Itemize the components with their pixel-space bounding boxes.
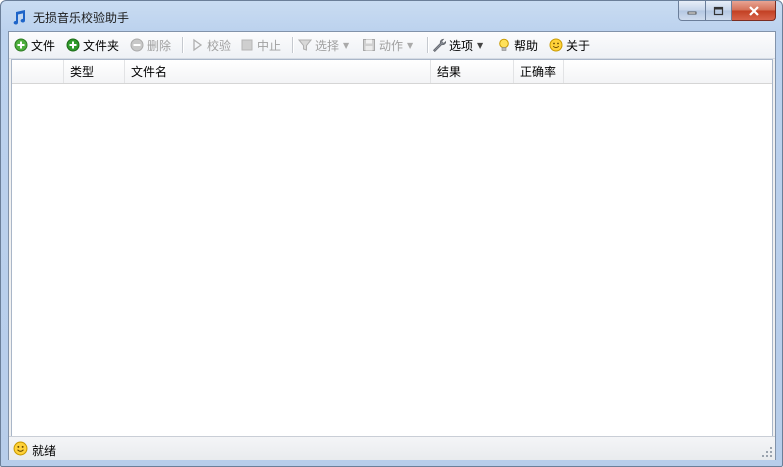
chevron-down-icon: ▼ [477, 40, 484, 50]
status-text: 就绪 [32, 444, 57, 458]
minimize-icon [687, 11, 697, 14]
maximize-icon [713, 6, 724, 15]
client-area: 文件 文件夹 删除 校验 中止 选择 ▼ 动作 ▼ 选项 ▼ 帮助 关于 类型 … [8, 31, 776, 460]
delete-label: 删除 [147, 38, 172, 53]
file-list[interactable]: 类型 文件名 结果 正确率 [11, 59, 773, 437]
close-icon [748, 5, 759, 16]
maximize-button[interactable] [706, 1, 732, 21]
stop-button[interactable]: 中止 [240, 36, 281, 54]
chevron-down-icon: ▼ [407, 40, 414, 50]
wrench-icon [433, 38, 446, 52]
list-header: 类型 文件名 结果 正确率 [12, 60, 772, 84]
stop-icon [241, 39, 253, 51]
minimize-button[interactable] [678, 1, 706, 21]
action-label: 动作 [379, 38, 404, 53]
column-header-filename[interactable]: 文件名 [125, 60, 431, 83]
title-bar[interactable]: 无损音乐校验助手 [1, 1, 782, 33]
status-bar: 就绪 [9, 436, 775, 460]
app-window: 无损音乐校验助手 文件 文件夹 删除 校验 中止 选择 ▼ 动作 ▼ 选项 ▼ … [0, 0, 783, 467]
caption-buttons [678, 1, 776, 21]
add-folder-button[interactable]: 文件夹 [66, 36, 119, 54]
select-label: 选择 [315, 38, 340, 53]
lightbulb-icon [499, 38, 509, 51]
music-note-icon [13, 10, 26, 25]
verify-label: 校验 [207, 38, 232, 53]
help-button[interactable]: 帮助 [497, 36, 538, 54]
play-icon [193, 38, 203, 52]
add-folder-icon [66, 38, 80, 52]
chevron-down-icon: ▼ [343, 40, 350, 50]
save-icon [363, 39, 375, 51]
resize-grip-icon[interactable] [761, 446, 773, 458]
about-button[interactable]: 关于 [549, 36, 590, 54]
column-header-type[interactable]: 类型 [64, 60, 125, 83]
stop-label: 中止 [257, 38, 282, 53]
window-title: 无损音乐校验助手 [33, 11, 130, 25]
options-dropdown[interactable]: 选项 ▼ [432, 36, 483, 54]
action-dropdown[interactable]: 动作 ▼ [362, 36, 413, 54]
toolbar-separator [427, 37, 429, 53]
smiley-icon [549, 38, 563, 52]
close-button[interactable] [732, 1, 776, 21]
delete-button[interactable]: 删除 [130, 36, 171, 54]
add-file-button[interactable]: 文件 [14, 36, 55, 54]
smiley-icon [13, 441, 28, 456]
column-header-index[interactable] [12, 60, 64, 83]
select-dropdown[interactable]: 选择 ▼ [298, 36, 349, 54]
column-header-result[interactable]: 结果 [431, 60, 514, 83]
help-label: 帮助 [514, 38, 539, 53]
remove-icon [130, 38, 144, 52]
about-label: 关于 [566, 38, 591, 53]
verify-button[interactable]: 校验 [190, 36, 231, 54]
toolbar: 文件 文件夹 删除 校验 中止 选择 ▼ 动作 ▼ 选项 ▼ 帮助 关于 [9, 32, 775, 59]
toolbar-separator [292, 37, 294, 53]
filter-icon [298, 39, 312, 51]
column-header-accuracy[interactable]: 正确率 [514, 60, 564, 83]
toolbar-separator [182, 37, 184, 53]
add-icon [14, 38, 28, 52]
add-file-label: 文件 [31, 38, 56, 53]
add-folder-label: 文件夹 [83, 38, 120, 53]
options-label: 选项 [449, 38, 474, 53]
